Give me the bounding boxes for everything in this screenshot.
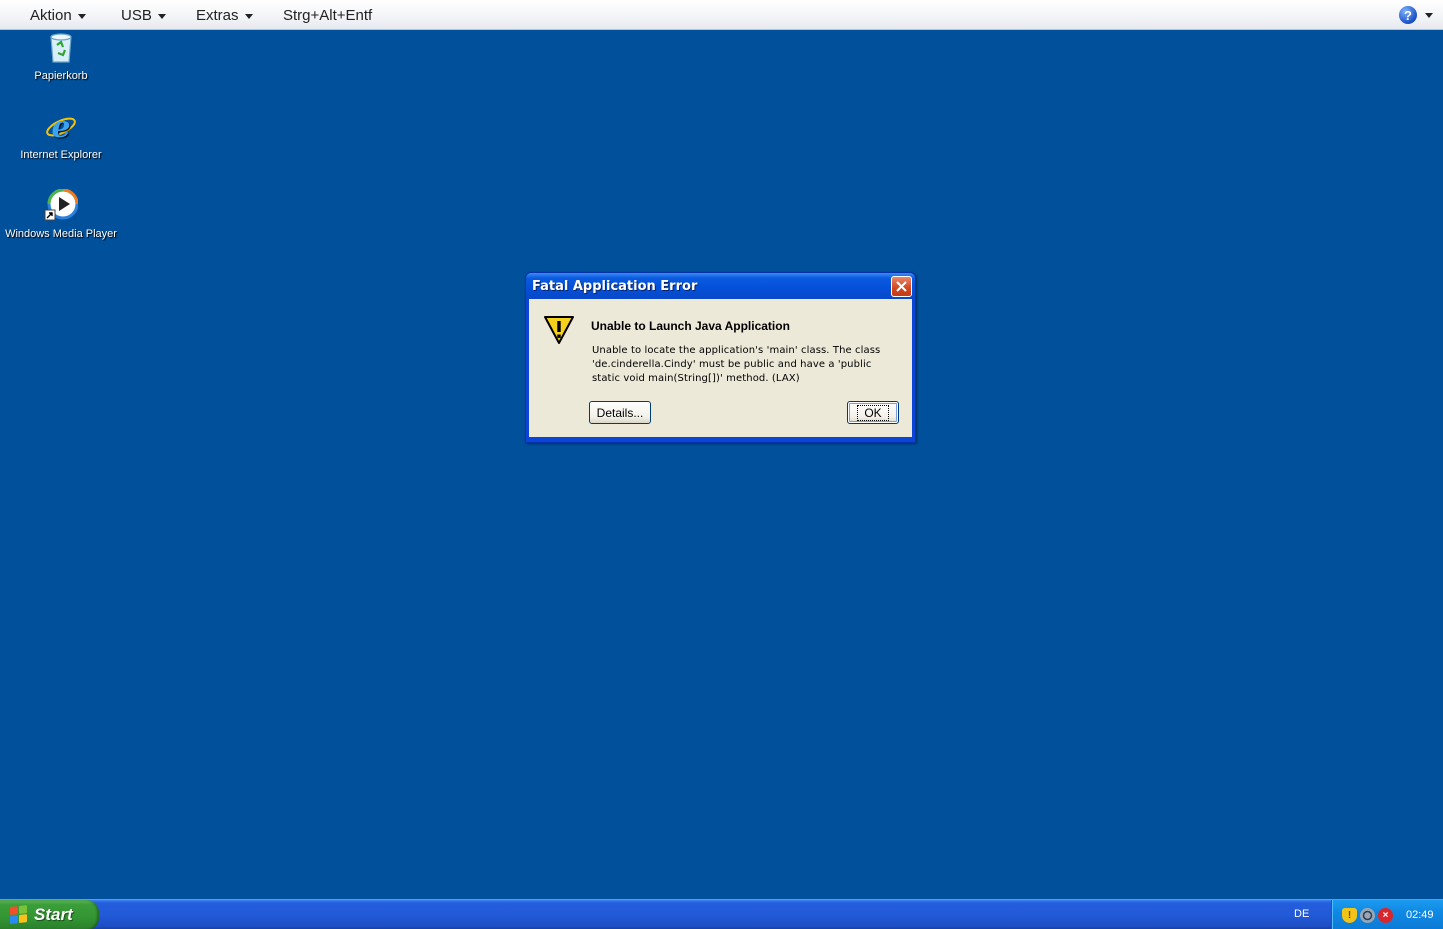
desktop-icon-label: Windows Media Player — [5, 228, 117, 240]
help-menu[interactable]: ? — [1399, 6, 1433, 24]
desktop-icon-label: Papierkorb — [34, 70, 88, 82]
menu-extras[interactable]: Extras — [196, 7, 253, 24]
details-button[interactable]: Details... — [589, 401, 651, 424]
dialog-titlebar[interactable]: Fatal Application Error — [526, 273, 915, 299]
menu-ctrl-alt-del-label: Strg+Alt+Entf — [283, 7, 373, 24]
dialog-message: Unable to locate the application's 'main… — [592, 345, 881, 384]
dialog-title: Fatal Application Error — [532, 278, 698, 294]
windows-logo-icon — [10, 905, 28, 925]
fatal-error-dialog: Fatal Application Error Unable to Launch… — [525, 272, 916, 443]
menu-aktion-label: Aktion — [30, 7, 72, 24]
dialog-body: Unable to Launch Java Application Unable… — [529, 299, 912, 437]
desktop-icon-internet-explorer[interactable]: e Internet Explorer — [1, 110, 121, 161]
security-alert-icon[interactable]: × — [1378, 907, 1393, 923]
ok-button-label: OK — [857, 404, 889, 421]
desktop-icon-label: Internet Explorer — [20, 149, 102, 161]
internet-explorer-icon: e — [44, 110, 78, 145]
menu-ctrl-alt-del[interactable]: Strg+Alt+Entf — [283, 7, 372, 24]
desktop-icon-recycle-bin[interactable]: Papierkorb — [1, 31, 121, 82]
language-indicator[interactable]: DE — [1294, 908, 1309, 920]
details-button-label: Details... — [596, 405, 644, 420]
dialog-heading: Unable to Launch Java Application — [591, 319, 790, 333]
help-icon[interactable]: ? — [1399, 6, 1417, 24]
windows-media-player-icon — [44, 188, 79, 223]
ok-button[interactable]: OK — [847, 401, 899, 424]
menu-usb[interactable]: USB — [121, 7, 166, 24]
clock[interactable]: 02:49 — [1406, 909, 1434, 921]
taskbar: Start DE ! × 02:49 — [0, 899, 1443, 929]
network-icon[interactable] — [1360, 907, 1375, 923]
menu-aktion[interactable]: Aktion — [30, 7, 86, 24]
remote-console-menubar: Aktion USB Extras Strg+Alt+Entf ? — [0, 0, 1443, 30]
security-shield-icon[interactable]: ! — [1342, 907, 1357, 923]
chevron-down-icon — [244, 13, 253, 19]
close-icon — [896, 280, 907, 292]
svg-text:e: e — [51, 110, 70, 144]
remote-desktop-screen: Aktion USB Extras Strg+Alt+Entf ? Papier… — [0, 0, 1443, 929]
warning-icon — [544, 316, 574, 344]
close-button[interactable] — [891, 275, 912, 297]
recycle-bin-icon — [44, 31, 78, 65]
chevron-down-icon — [157, 13, 166, 19]
start-button[interactable]: Start — [0, 900, 99, 929]
start-button-label: Start — [34, 905, 73, 924]
desktop-icon-windows-media-player[interactable]: Windows Media Player — [1, 188, 121, 240]
chevron-down-icon — [77, 13, 86, 19]
chevron-down-icon — [1425, 13, 1433, 18]
system-tray: ! × 02:49 — [1331, 900, 1443, 929]
menu-usb-label: USB — [121, 7, 152, 24]
menu-extras-label: Extras — [196, 7, 239, 24]
